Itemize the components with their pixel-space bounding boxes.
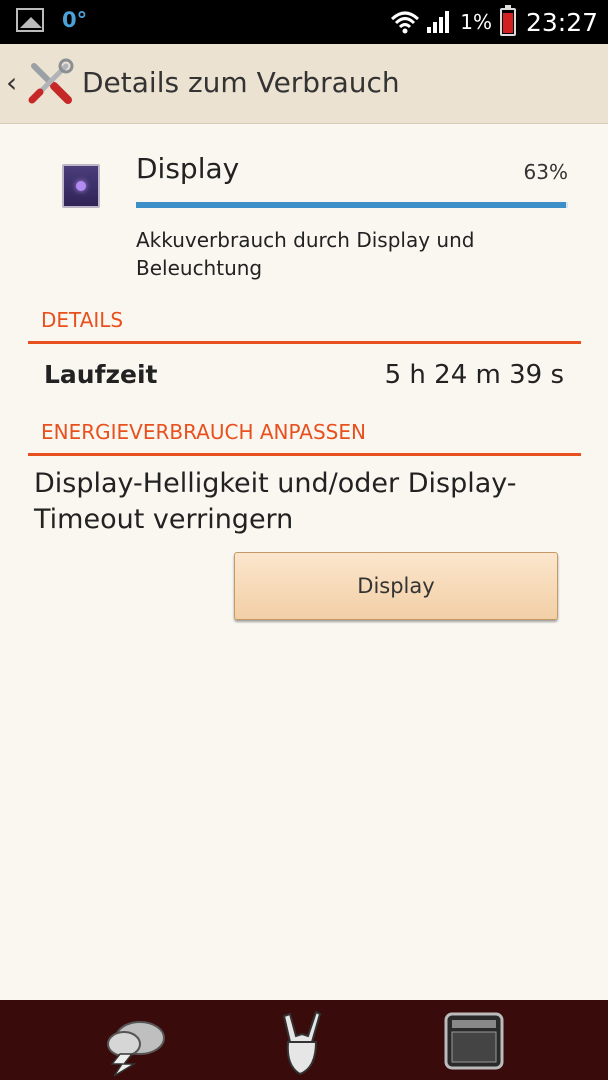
runtime-label: Laufzeit <box>44 360 158 389</box>
signal-icon <box>427 11 450 33</box>
back-chevron-icon[interactable]: ‹ <box>6 66 17 99</box>
battery-percent: 1% <box>460 10 492 34</box>
amplifier-icon[interactable] <box>440 1006 510 1076</box>
item-description: Akkuverbrauch durch Display und Beleucht… <box>136 228 475 280</box>
adjust-header-label: ENERGIEVERBRAUCH ANPASSEN <box>41 420 366 444</box>
rock-hand-icon[interactable] <box>266 1006 336 1076</box>
usage-progress-bar <box>136 202 568 208</box>
details-header-label: DETAILS <box>41 308 124 332</box>
usage-progress-fill <box>136 202 566 208</box>
weather-cloud-icon[interactable] <box>100 1006 170 1076</box>
suggestion-text: Display-Helligkeit und/oder Display-Time… <box>34 468 517 535</box>
clock: 23:27 <box>525 7 598 37</box>
display-app-icon <box>62 164 100 208</box>
gallery-icon <box>16 8 44 32</box>
status-bar: 0° 1% 23:27 <box>0 0 608 44</box>
action-bar: ‹ Details zum Verbrauch <box>0 44 608 124</box>
wifi-icon <box>391 11 420 34</box>
item-title: Display <box>136 152 240 185</box>
tools-icon[interactable] <box>26 58 74 106</box>
temperature-indicator: 0° <box>62 8 88 32</box>
details-section-header: DETAILS <box>28 306 581 344</box>
bottom-dock <box>0 1000 608 1080</box>
usage-percent: 63% <box>523 160 568 184</box>
display-settings-button[interactable]: Display <box>234 552 558 620</box>
runtime-value: 5 h 24 m 39 s <box>384 360 564 390</box>
page-title: Details zum Verbrauch <box>82 66 400 99</box>
adjust-section-header: ENERGIEVERBRAUCH ANPASSEN <box>28 418 581 456</box>
battery-icon <box>499 5 516 36</box>
